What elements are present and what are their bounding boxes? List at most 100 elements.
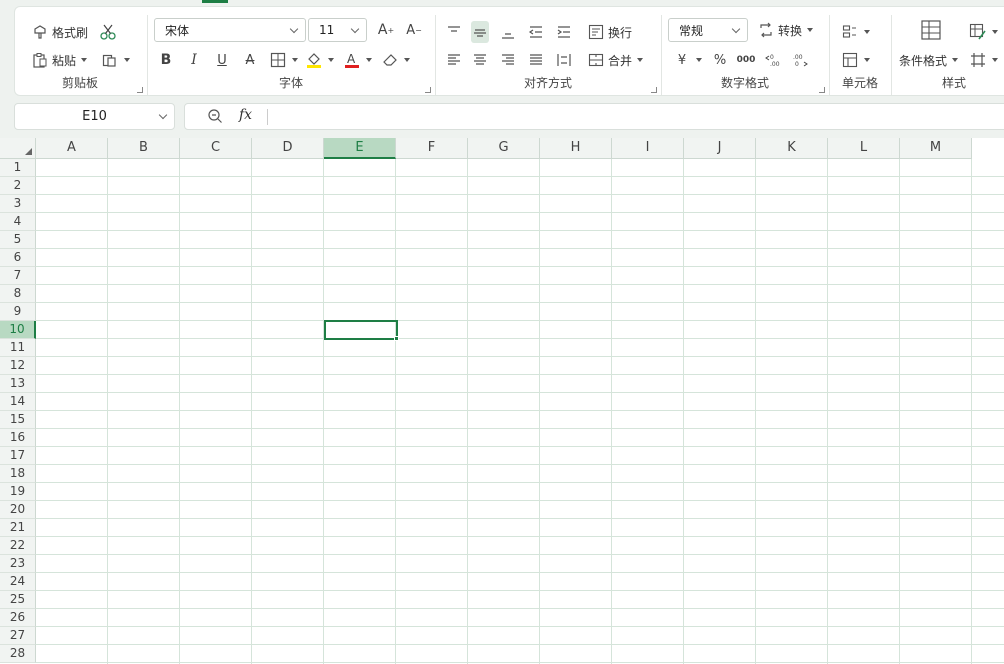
- font-name-select[interactable]: 宋体: [154, 18, 306, 42]
- row-header-3[interactable]: 3: [0, 195, 36, 213]
- font-dialog-launcher-icon[interactable]: [425, 87, 431, 93]
- row-header-18[interactable]: 18: [0, 465, 36, 483]
- column-header-b[interactable]: B: [108, 138, 180, 159]
- row-header-2[interactable]: 2: [0, 177, 36, 195]
- alignment-dialog-launcher-icon[interactable]: [651, 87, 657, 93]
- row-header-5[interactable]: 5: [0, 231, 36, 249]
- strikethrough-button[interactable]: A: [241, 49, 259, 71]
- column-header-j[interactable]: J: [684, 138, 756, 159]
- align-middle-button[interactable]: [471, 21, 489, 43]
- row-header-16[interactable]: 16: [0, 429, 36, 447]
- column-header-k[interactable]: K: [756, 138, 828, 159]
- bold-button[interactable]: B: [157, 49, 175, 71]
- column-header-g[interactable]: G: [468, 138, 540, 159]
- borders-button[interactable]: [269, 49, 298, 71]
- row-header-25[interactable]: 25: [0, 591, 36, 609]
- copy-button[interactable]: [101, 49, 130, 71]
- align-right-button[interactable]: [499, 49, 517, 71]
- zoom-icon[interactable]: [207, 108, 223, 127]
- clipboard-dialog-launcher-icon[interactable]: [137, 87, 143, 93]
- cell-insert-button[interactable]: [841, 21, 870, 43]
- underline-button[interactable]: U: [213, 49, 231, 71]
- row-header-9[interactable]: 9: [0, 303, 36, 321]
- name-box[interactable]: E10: [14, 103, 175, 130]
- svg-text:0: 0: [770, 54, 774, 61]
- column-header-e[interactable]: E: [324, 138, 396, 159]
- align-bottom-button[interactable]: [499, 21, 517, 43]
- format-painter-button[interactable]: 格式刷: [31, 21, 88, 43]
- cell-styles-button[interactable]: [969, 21, 998, 43]
- clear-format-button[interactable]: [381, 49, 410, 71]
- align-top-button[interactable]: [445, 21, 463, 43]
- merge-button[interactable]: 合并: [587, 49, 644, 71]
- fill-color-button[interactable]: [305, 49, 334, 71]
- currency-format-button[interactable]: ¥: [673, 49, 702, 71]
- row-header-11[interactable]: 11: [0, 339, 36, 357]
- chevron-down-icon: [731, 24, 741, 34]
- font-size-select[interactable]: 11: [308, 18, 367, 42]
- row-header-14[interactable]: 14: [0, 393, 36, 411]
- decrease-decimal-button[interactable]: .00 0: [791, 49, 809, 71]
- column-header-c[interactable]: C: [180, 138, 252, 159]
- row-header-15[interactable]: 15: [0, 411, 36, 429]
- row-header-24[interactable]: 24: [0, 573, 36, 591]
- formula-input[interactable]: [277, 109, 977, 125]
- column-header-f[interactable]: F: [396, 138, 468, 159]
- row-header-19[interactable]: 19: [0, 483, 36, 501]
- column-header-a[interactable]: A: [36, 138, 108, 159]
- row-header-10[interactable]: 10: [0, 321, 36, 339]
- row-header-22[interactable]: 22: [0, 537, 36, 555]
- distributed-align-button[interactable]: [555, 49, 573, 71]
- row-header-6[interactable]: 6: [0, 249, 36, 267]
- align-middle-icon: [471, 23, 489, 41]
- row-header-26[interactable]: 26: [0, 609, 36, 627]
- column-header-h[interactable]: H: [540, 138, 612, 159]
- thousands-separator-button[interactable]: 000: [737, 49, 756, 71]
- row-header-21[interactable]: 21: [0, 519, 36, 537]
- italic-button[interactable]: I: [185, 49, 203, 71]
- conditional-format-button[interactable]: 条件格式: [899, 49, 959, 71]
- number-dialog-launcher-icon[interactable]: [819, 87, 825, 93]
- increase-indent-button[interactable]: [555, 21, 573, 43]
- fx-icon[interactable]: fx: [239, 107, 252, 123]
- number-format-select[interactable]: 常规: [668, 18, 748, 42]
- row-header-20[interactable]: 20: [0, 501, 36, 519]
- increase-decimal-button[interactable]: 0.00: [765, 49, 783, 71]
- increase-decimal-icon: 0.00: [765, 51, 783, 69]
- row-header-8[interactable]: 8: [0, 285, 36, 303]
- justify-button[interactable]: [527, 49, 545, 71]
- chevron-down-icon: [350, 24, 360, 34]
- row-header-1[interactable]: 1: [0, 159, 36, 177]
- active-cell-selection[interactable]: [324, 320, 398, 340]
- column-header-m[interactable]: M: [900, 138, 972, 159]
- column-header-d[interactable]: D: [252, 138, 324, 159]
- increase-font-size-button[interactable]: A +: [377, 19, 395, 41]
- align-center-button[interactable]: [471, 49, 489, 71]
- cut-button[interactable]: [99, 21, 117, 43]
- paste-button[interactable]: 粘贴: [31, 49, 88, 71]
- convert-button[interactable]: 转换: [757, 19, 814, 41]
- row-header-28[interactable]: 28: [0, 645, 36, 663]
- select-all-corner[interactable]: [0, 138, 36, 159]
- row-header-7[interactable]: 7: [0, 267, 36, 285]
- column-header-i[interactable]: I: [612, 138, 684, 159]
- font-color-button[interactable]: A: [343, 49, 372, 71]
- wrap-text-button[interactable]: 换行: [587, 21, 632, 43]
- fill-handle[interactable]: [394, 336, 399, 341]
- column-header-l[interactable]: L: [828, 138, 900, 159]
- decrease-indent-icon: [527, 23, 545, 41]
- row-header-13[interactable]: 13: [0, 375, 36, 393]
- row-header-27[interactable]: 27: [0, 627, 36, 645]
- percent-format-button[interactable]: %: [711, 49, 729, 71]
- decrease-indent-button[interactable]: [527, 21, 545, 43]
- row-header-17[interactable]: 17: [0, 447, 36, 465]
- conditional-format-icon-button[interactable]: [919, 19, 943, 41]
- row-header-4[interactable]: 4: [0, 213, 36, 231]
- row-header-12[interactable]: 12: [0, 357, 36, 375]
- row-header-23[interactable]: 23: [0, 555, 36, 573]
- table-style-button[interactable]: [969, 49, 998, 71]
- align-left-button[interactable]: [445, 49, 463, 71]
- cell-format-button[interactable]: [841, 49, 870, 71]
- decrease-font-size-button[interactable]: A −: [405, 19, 423, 41]
- cell-area[interactable]: [36, 159, 1004, 664]
